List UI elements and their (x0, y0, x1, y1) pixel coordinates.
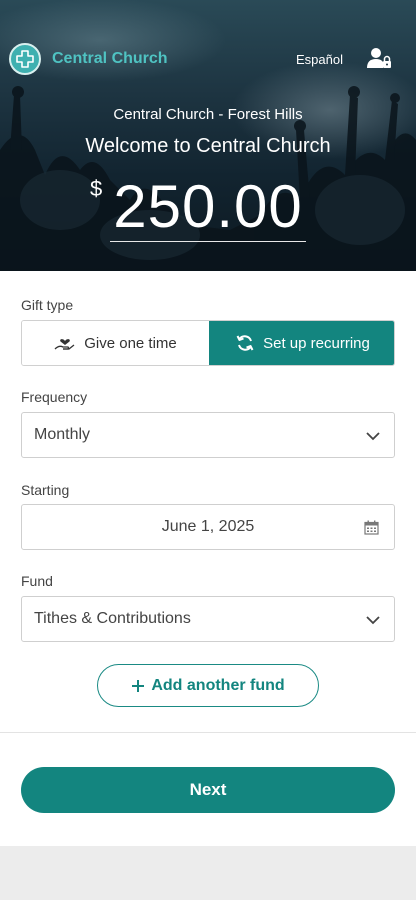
chevron-down-icon (366, 616, 380, 625)
set-up-recurring-label: Set up recurring (263, 334, 370, 352)
hand-heart-icon (54, 339, 75, 350)
form-footer: Next (0, 732, 416, 846)
gift-type-label: Gift type (21, 297, 74, 313)
fund-select[interactable]: Tithes & Contributions (21, 596, 395, 642)
add-another-fund-label: Add another fund (151, 676, 285, 694)
hero-banner: Central Church Español Central Church - … (0, 0, 416, 271)
recurring-arrows-icon (236, 335, 254, 351)
starting-date-input[interactable]: June 1, 2025 (21, 504, 395, 550)
church-name[interactable]: Central Church (52, 50, 168, 68)
next-button[interactable]: Next (21, 767, 395, 813)
frequency-value: Monthly (34, 426, 91, 443)
fund-value: Tithes & Contributions (34, 610, 191, 627)
fund-label: Fund (21, 573, 53, 589)
currency-symbol: $ (90, 176, 103, 201)
frequency-label: Frequency (21, 389, 88, 405)
bottom-area (0, 846, 416, 900)
chevron-down-icon (366, 432, 380, 441)
plus-icon (132, 679, 145, 692)
starting-date-value: June 1, 2025 (161, 518, 255, 535)
church-logo[interactable] (9, 43, 41, 75)
gift-form: Gift type Give one time Set up recurring… (0, 271, 416, 732)
cross-logo-icon (16, 50, 34, 68)
give-one-time-label: Give one time (84, 334, 177, 352)
frequency-select[interactable]: Monthly (21, 412, 395, 458)
language-toggle-link[interactable]: Español (296, 52, 343, 67)
add-another-fund-button[interactable]: Add another fund (97, 664, 319, 707)
set-up-recurring-option[interactable]: Set up recurring (209, 321, 394, 365)
gift-type-toggle: Give one time Set up recurring (21, 320, 395, 366)
calendar-icon[interactable] (364, 520, 379, 535)
give-one-time-option[interactable]: Give one time (22, 321, 209, 365)
campus-subtitle: Central Church - Forest Hills (113, 106, 303, 123)
welcome-heading: Welcome to Central Church (85, 135, 331, 157)
gift-amount-input[interactable]: 250.00 (110, 172, 306, 242)
user-lock-icon[interactable] (366, 45, 392, 71)
starting-label: Starting (21, 482, 70, 498)
